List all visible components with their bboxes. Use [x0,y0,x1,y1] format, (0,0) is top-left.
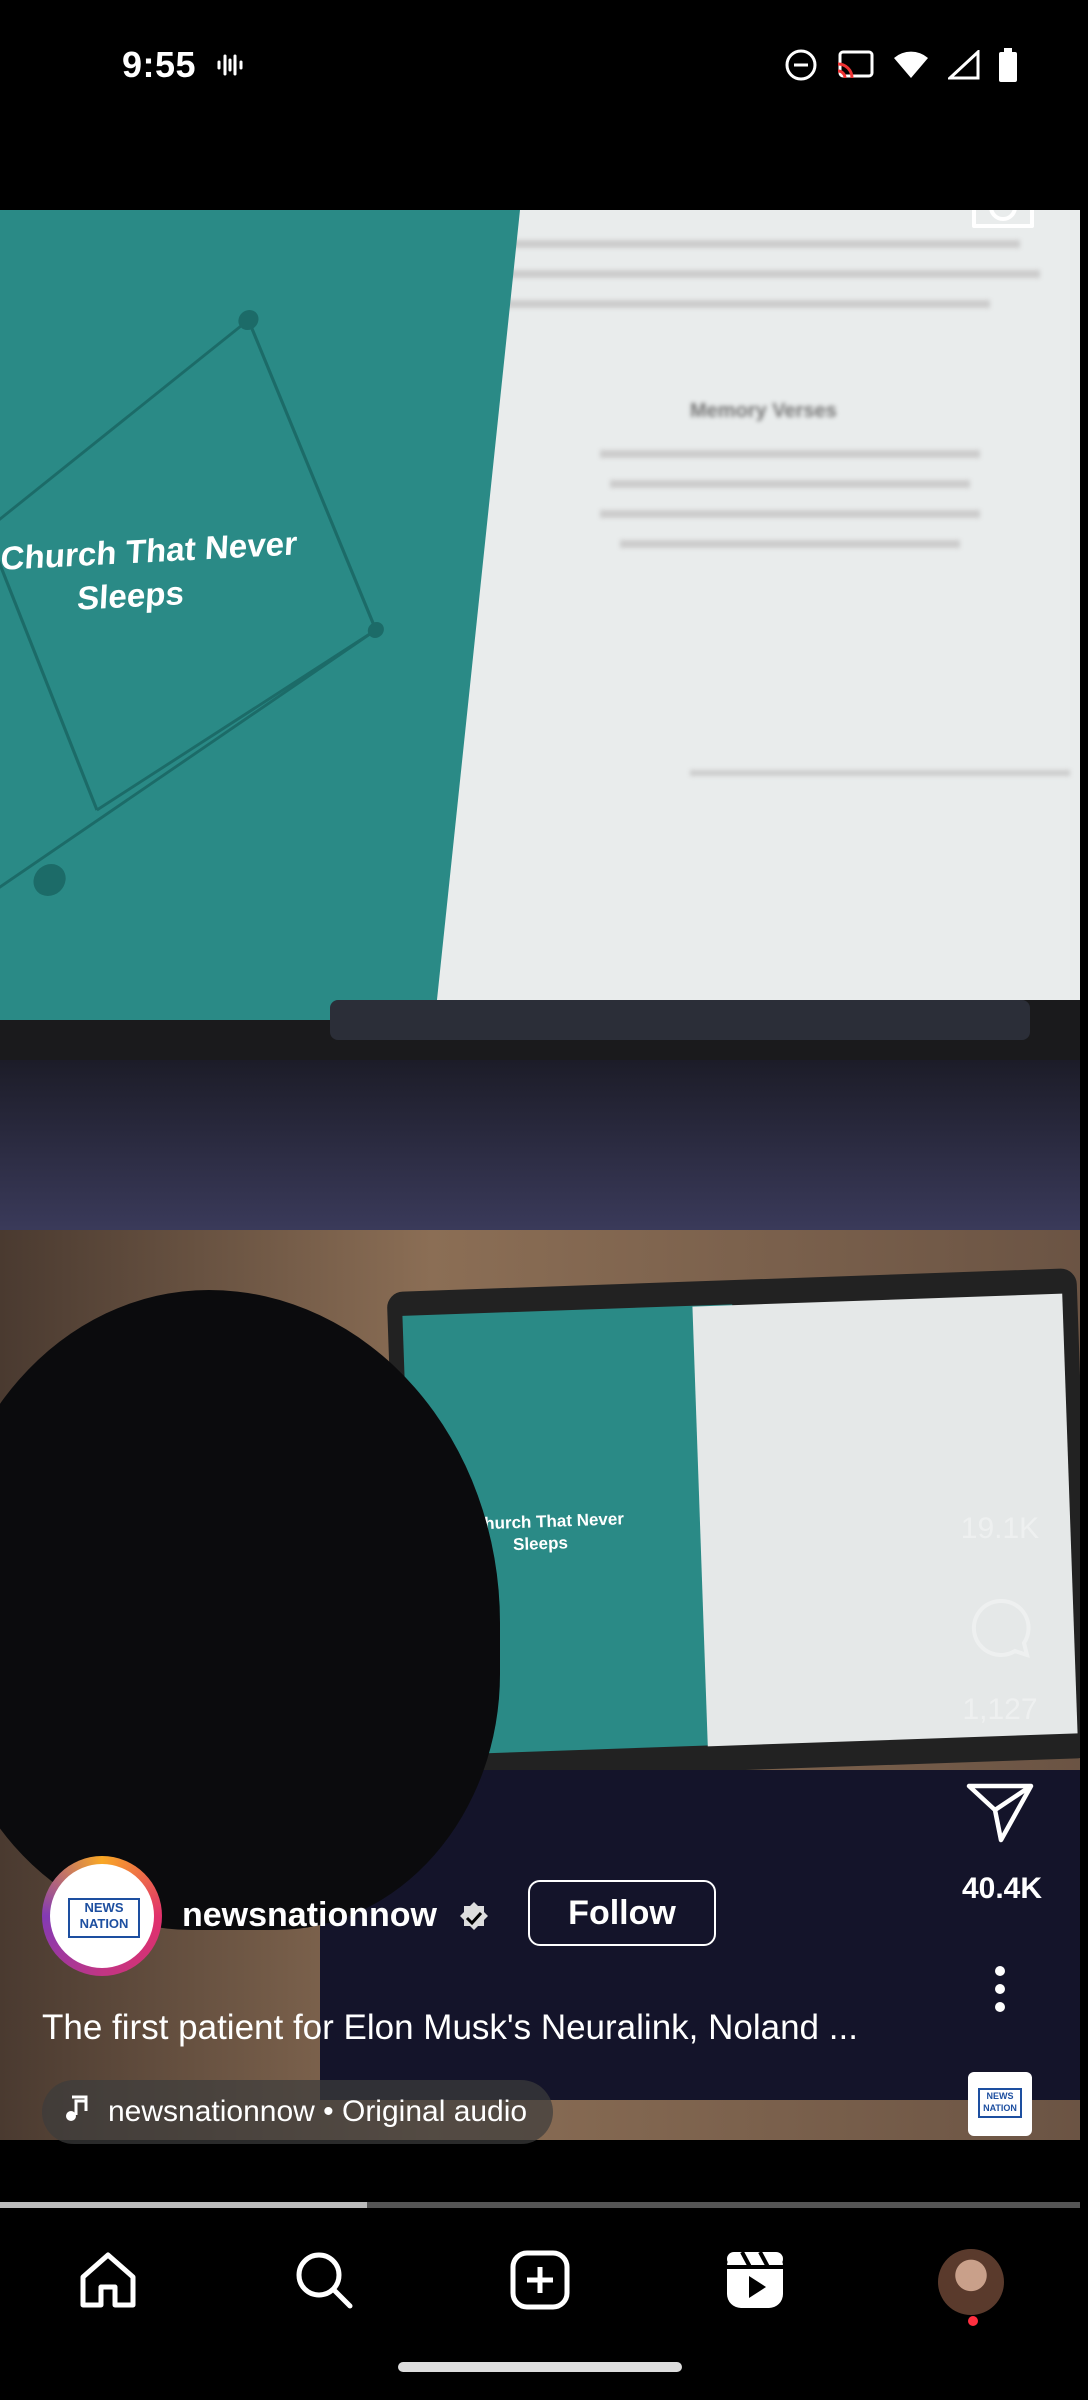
home-icon [77,2249,139,2316]
nav-reels[interactable] [715,2242,795,2322]
audio-label: newsnationnow • Original audio [108,2095,528,2128]
create-icon [509,2249,571,2316]
audio-pill[interactable]: newsnationnow • Original audio [42,2080,554,2144]
system-icons [784,48,1018,87]
more-options-icon[interactable] [990,1965,1010,2018]
battery-icon [998,48,1018,87]
audio-thumbnail[interactable]: NEWS NATION [968,2072,1032,2136]
like-count: 19.1K [960,1512,1040,1545]
status-time: 9:55 [122,44,197,85]
nav-home[interactable] [68,2242,148,2322]
nav-search[interactable] [284,2242,364,2322]
memory-verses-heading: Memory Verses [690,400,837,422]
vibrate-icon [215,50,245,85]
comment-count: 1,127 [962,1693,1038,1726]
signal-icon [946,48,980,85]
nav-create[interactable] [500,2242,580,2322]
wifi-icon [892,50,930,85]
share-count: 40.4K [961,1872,1043,1905]
follow-button[interactable]: Follow [528,1880,716,1946]
comment-icon[interactable] [968,1595,1034,1666]
cast-icon [836,50,874,85]
share-icon[interactable] [965,1780,1035,1851]
gesture-home-indicator[interactable] [398,2362,682,2372]
video-progress-fill [0,2202,368,2208]
notification-dot [968,2316,978,2326]
profile-avatar [938,2249,1004,2315]
video-frame-wide: A Church That Never Sleeps [0,1230,1080,2140]
thumbnail-logo: NEWS NATION [978,2088,1022,2118]
search-icon [293,2249,355,2316]
screen-teal-panel: A Church That Never Sleeps [0,210,520,1020]
reel-video[interactable]: Memory Verses A Church That Never Sleeps [0,210,1080,2140]
caption[interactable]: The first patient for Elon Musk's Neural… [42,2008,922,2048]
camera-icon[interactable] [968,210,1038,237]
avatar-logo: NEWS NATION [68,1898,140,1938]
video-frame-closeup: Memory Verses A Church That Never Sleeps [0,210,1080,1230]
verified-badge-icon [456,1900,492,1941]
keyboard-closeup [0,1060,1080,1230]
reels-icon [724,2249,786,2316]
screen-dock [330,1000,1030,1040]
do-not-disturb-icon [784,48,818,87]
nav-profile[interactable] [931,2242,1011,2322]
music-note-icon [62,2093,92,2131]
username[interactable]: newsnationnow [182,1896,437,1935]
